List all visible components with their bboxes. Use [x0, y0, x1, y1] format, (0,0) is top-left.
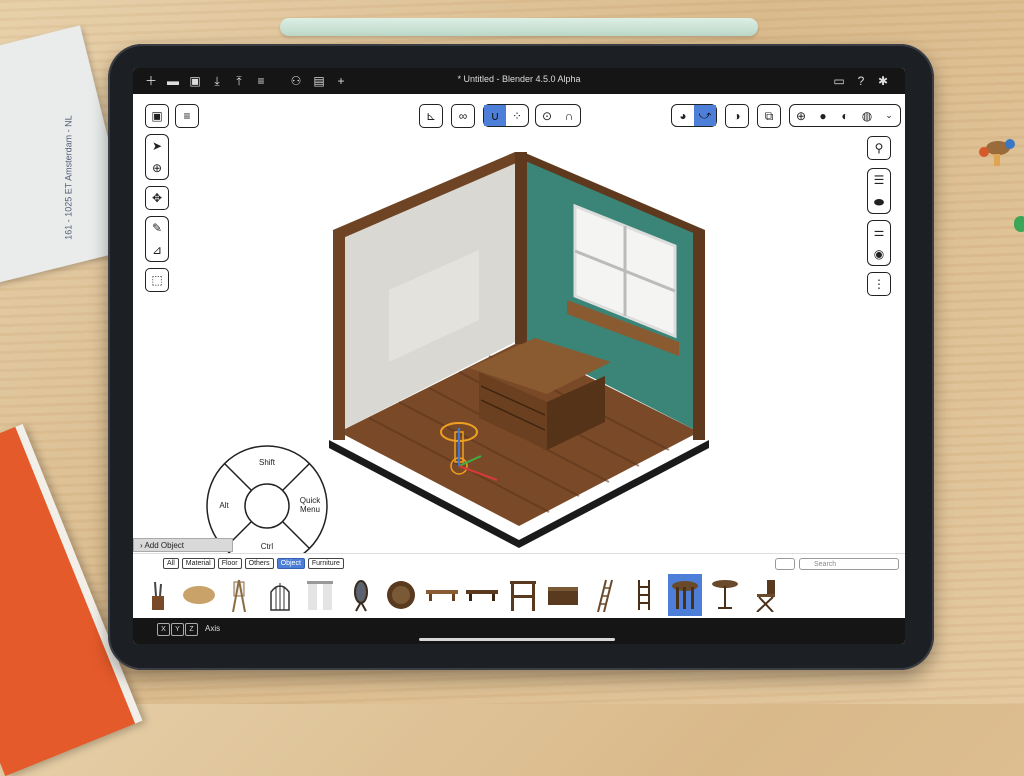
asset-bench-2[interactable]: [465, 574, 499, 616]
more-icon[interactable]: ⋮: [867, 272, 891, 296]
falloff-curve-icon[interactable]: ∩: [558, 105, 580, 126]
tab-material[interactable]: Material: [181, 558, 215, 569]
asset-folding-chair[interactable]: [749, 574, 783, 616]
axis-label: Axis: [205, 624, 221, 633]
paper-note-text: 161 - 1025 ET Amsterdam - NL: [63, 115, 74, 240]
asset-chest[interactable]: [546, 574, 580, 616]
asset-round-rug[interactable]: [384, 574, 418, 616]
asset-ladder-2[interactable]: [627, 574, 661, 616]
pie-alt-button[interactable]: Alt: [207, 501, 241, 510]
snap-group: ∪ ⁘: [483, 104, 529, 127]
help-icon[interactable]: ?: [853, 73, 869, 89]
home-indicator[interactable]: [419, 638, 615, 641]
asset-round-table[interactable]: [667, 574, 702, 616]
display-icon[interactable]: ▭: [831, 73, 847, 89]
gizmo-group: ◕ ⤻: [671, 104, 717, 127]
visibility-icon[interactable]: ◉: [868, 243, 890, 265]
gizmo-icon[interactable]: ◕: [672, 105, 694, 126]
view-mode-select[interactable]: [775, 558, 795, 570]
asset-round-table-2[interactable]: [708, 574, 742, 616]
asset-browser: All Material Floor Others Object Furnitu…: [133, 553, 905, 619]
apple-pencil: [280, 18, 758, 36]
select-cursor-icon[interactable]: ➤: [146, 135, 168, 157]
move-icon[interactable]: ✥: [145, 186, 169, 210]
pie-ctrl-button[interactable]: Ctrl: [247, 542, 287, 551]
asset-palette[interactable]: [182, 574, 216, 616]
select-box-icon[interactable]: ▣: [145, 104, 169, 128]
asset-birdcage[interactable]: [263, 574, 297, 616]
asset-mirror[interactable]: [344, 574, 378, 616]
settings-icon[interactable]: ✱: [875, 73, 891, 89]
key-x: X: [157, 623, 170, 636]
window-title: * Untitled - Blender 4.5.0 Alpha: [457, 74, 581, 84]
overlay-curve-icon[interactable]: ⤻: [694, 105, 716, 126]
pie-shift-button[interactable]: Shift: [247, 458, 287, 467]
asset-tabs: All Material Floor Others Object Furnitu…: [163, 558, 344, 569]
menu-icon[interactable]: ≡: [175, 104, 199, 128]
tool-select-group: ➤ ⊕: [145, 134, 169, 180]
asset-ladder[interactable]: [587, 574, 621, 616]
toy-figure: [979, 139, 1015, 166]
xray-icon[interactable]: ◑: [725, 104, 749, 128]
tab-others[interactable]: Others: [244, 558, 274, 569]
top-menu-bar: ＋ ▬ ▣ ⤓ ⤒ ≡ ⚇ ▤ + * Untitled - Blender 4…: [133, 68, 905, 94]
isometric-room: [329, 152, 709, 548]
wireframe-toggle-icon[interactable]: ⧉: [757, 104, 781, 128]
measure-icon[interactable]: ⊿: [146, 239, 168, 261]
add-object-label: Add Object: [144, 541, 185, 550]
transform-orientation-icon[interactable]: ⊾: [419, 104, 443, 128]
wireframe-icon[interactable]: ⊕: [790, 105, 812, 126]
cursor-icon[interactable]: ⊕: [146, 157, 168, 179]
asset-brushes[interactable]: [141, 574, 175, 616]
toggles-icon[interactable]: ⬬: [868, 191, 890, 213]
properties-icon[interactable]: ⚌: [868, 221, 890, 243]
snap-magnet-icon[interactable]: ∪: [484, 105, 506, 126]
tab-furniture[interactable]: Furniture: [307, 558, 344, 569]
green-object: [1014, 216, 1024, 232]
link-icon[interactable]: ∞: [451, 104, 475, 128]
shading-group: ⊕ ● ◐ ◍ ⌄: [789, 104, 901, 127]
tab-floor[interactable]: Floor: [217, 558, 242, 569]
search-input[interactable]: Search: [799, 558, 899, 570]
solid-icon[interactable]: ●: [812, 105, 834, 126]
asset-curtains[interactable]: [303, 574, 337, 616]
zoom-icon[interactable]: ⚲: [867, 136, 891, 160]
outliner-group: ☰ ⬬: [867, 168, 891, 214]
asset-chair-frame[interactable]: [506, 574, 540, 616]
3d-viewport[interactable]: ▣ ≡ ➤ ⊕ ✥ ✎ ⊿ ⬚ ⊾ ∞ ∪ ⁘ ⊙ ∩ ◕ ⤻ ◑ ⧉ ⊕ ● …: [133, 94, 905, 567]
search-placeholder: Search: [814, 561, 837, 568]
add-object-panel[interactable]: › Add Object: [133, 538, 233, 552]
asset-list: [141, 574, 789, 616]
snap-grid-icon[interactable]: ⁘: [506, 105, 528, 126]
annotate-icon[interactable]: ✎: [146, 217, 168, 239]
rendered-icon[interactable]: ◍: [856, 105, 878, 126]
proportional-group: ⊙ ∩: [535, 104, 581, 127]
tool-annotate-group: ✎ ⊿: [145, 216, 169, 262]
tab-all[interactable]: All: [163, 558, 179, 569]
key-z: Z: [185, 623, 198, 636]
add-cube-icon[interactable]: ⬚: [145, 268, 169, 292]
status-bar: X Y Z Axis: [133, 618, 905, 644]
asset-bench[interactable]: [425, 574, 459, 616]
pie-quick-menu-button[interactable]: Quick Menu: [293, 496, 327, 514]
outliner-icon[interactable]: ☰: [868, 169, 890, 191]
chevron-down-icon[interactable]: ⌄: [878, 105, 900, 126]
properties-group: ⚌ ◉: [867, 220, 891, 266]
blender-screen: ＋ ▬ ▣ ⤓ ⤒ ≡ ⚇ ▤ + * Untitled - Blender 4…: [133, 68, 905, 644]
material-icon[interactable]: ◐: [834, 105, 856, 126]
proportional-edit-icon[interactable]: ⊙: [536, 105, 558, 126]
asset-easel[interactable]: [222, 574, 256, 616]
tab-object[interactable]: Object: [276, 558, 305, 569]
key-y: Y: [171, 623, 184, 636]
